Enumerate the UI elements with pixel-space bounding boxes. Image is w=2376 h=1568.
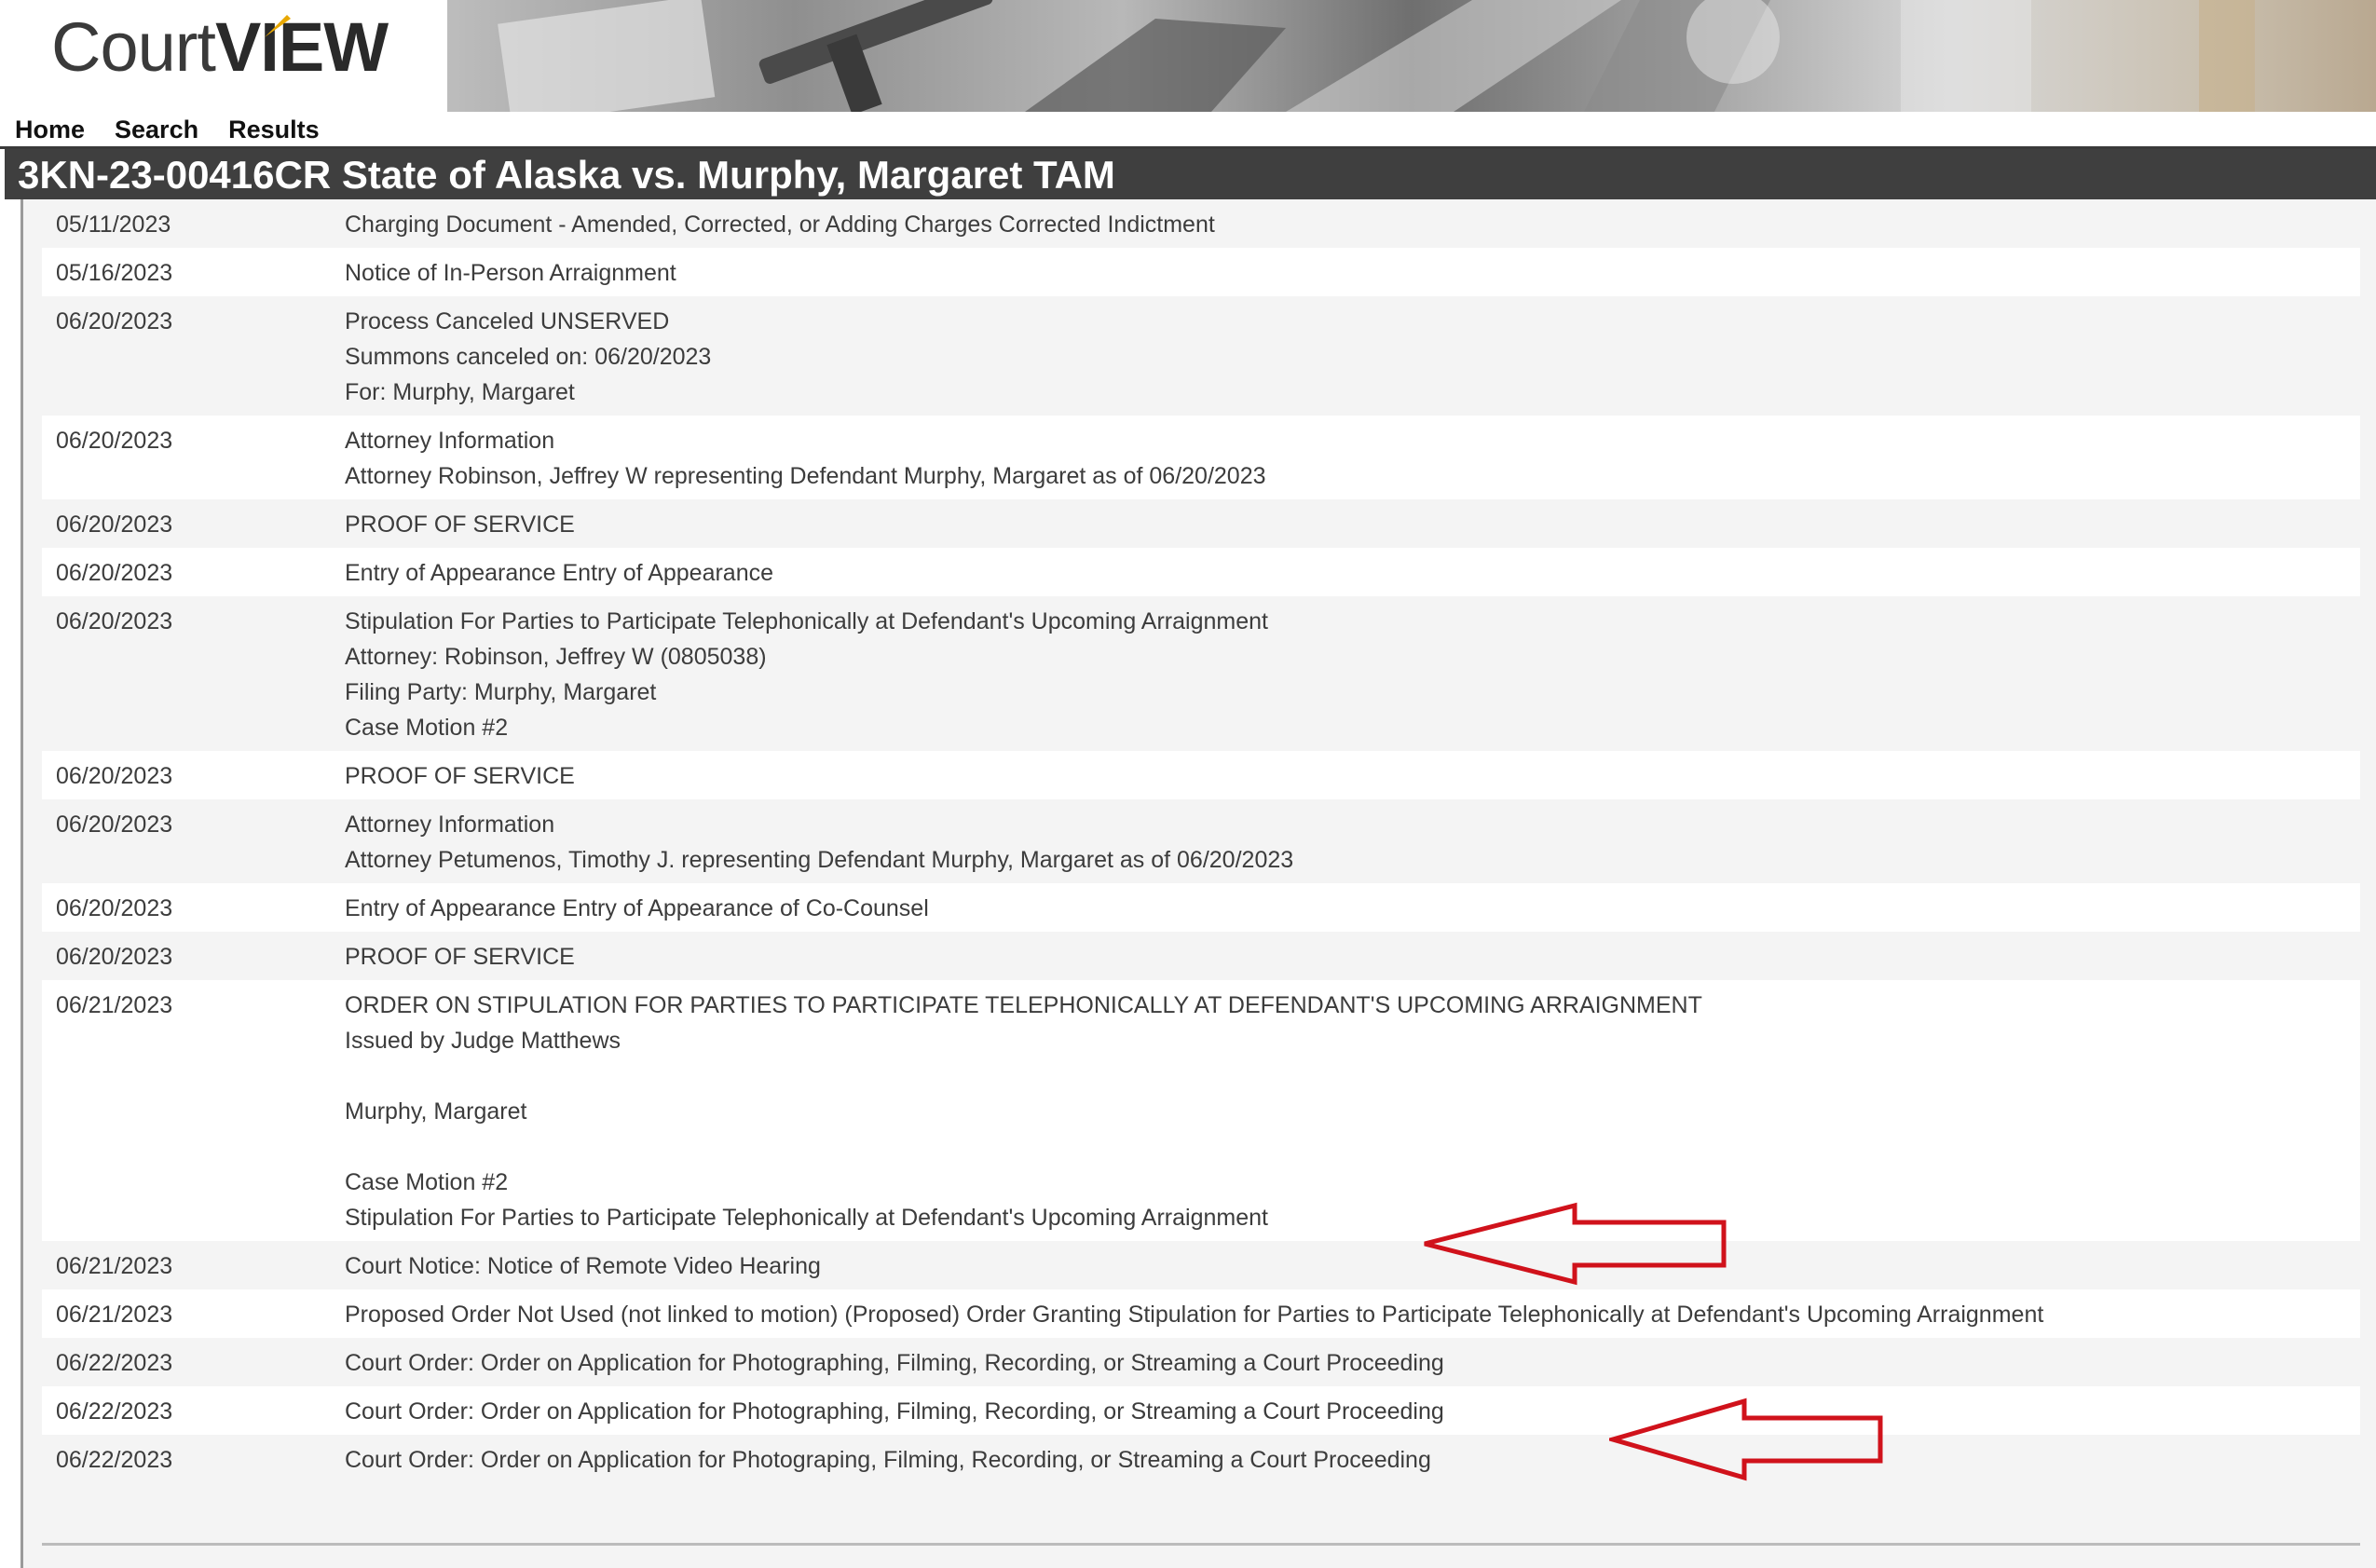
annotation-arrow-2 [1609, 1398, 1883, 1481]
docket-row[interactable]: 06/20/2023 Stipulation For Parties to Par… [42, 596, 2360, 751]
nav-results-link[interactable]: Results [228, 114, 320, 145]
logo-text-court: Court [51, 8, 216, 86]
docket-list: 05/11/2023 Charging Document - Amended, C… [42, 199, 2360, 1483]
docket-row[interactable]: 06/20/2023 PROOF OF SERVICE [42, 751, 2360, 799]
docket-date: 06/21/2023 [56, 1302, 173, 1328]
docket-row[interactable]: 06/20/2023 PROOF OF SERVICE [42, 499, 2360, 548]
header-banner-image [447, 0, 2376, 112]
docket-row[interactable]: 05/16/2023 Notice of In-Person Arraignmen… [42, 248, 2360, 296]
docket-description: Notice of In-Person Arraignment [345, 260, 676, 286]
docket-row[interactable]: 06/20/2023 Attorney Information Attorney … [42, 416, 2360, 499]
docket-description: ORDER ON STIPULATION FOR PARTIES TO PART… [345, 992, 1702, 1231]
docket-date: 06/20/2023 [56, 560, 173, 586]
case-title-bar: 3KN-23-00416CR State of Alaska vs. Murph… [5, 149, 2376, 199]
annotation-arrow-2-shape [1609, 1398, 1883, 1481]
docket-date: 05/11/2023 [56, 211, 171, 238]
docket-row[interactable]: 06/21/2023 ORDER ON STIPULATION FOR PARTI… [42, 980, 2360, 1241]
docket-description: PROOF OF SERVICE [345, 944, 575, 970]
docket-description: Court Notice: Notice of Remote Video Hea… [345, 1253, 821, 1279]
docket-date: 06/20/2023 [56, 511, 173, 538]
docket-date: 06/22/2023 [56, 1447, 173, 1473]
docket-row[interactable]: 06/20/2023 Entry of Appearance Entry of A… [42, 548, 2360, 596]
docket-footer-rule [42, 1522, 2360, 1546]
docket-description: Charging Document - Amended, Corrected, … [345, 211, 1215, 238]
docket-date: 06/20/2023 [56, 944, 173, 970]
docket-date: 06/20/2023 [56, 895, 173, 921]
docket-date: 06/21/2023 [56, 1253, 173, 1279]
docket-description: Court Order: Order on Application for Ph… [345, 1350, 1444, 1376]
docket-row[interactable]: 06/20/2023 PROOF OF SERVICE [42, 932, 2360, 980]
nav-search-link[interactable]: Search [115, 114, 198, 145]
docket-panel[interactable]: 05/11/2023 Charging Document - Amended, C… [20, 199, 2376, 1568]
docket-date: 06/22/2023 [56, 1398, 173, 1425]
docket-row[interactable]: 06/20/2023 Entry of Appearance Entry of A… [42, 883, 2360, 932]
nav-home-link[interactable]: Home [15, 114, 85, 145]
docket-description: Entry of Appearance Entry of Appearance [345, 560, 774, 586]
docket-date: 06/22/2023 [56, 1350, 173, 1376]
header: CourtVIEW [0, 0, 2376, 149]
docket-description: PROOF OF SERVICE [345, 763, 575, 789]
docket-date: 06/20/2023 [56, 763, 173, 789]
docket-row[interactable]: 06/22/2023 Court Order: Order on Applicat… [42, 1338, 2360, 1386]
top-nav: Home Search Results [15, 114, 320, 145]
courtview-logo[interactable]: CourtVIEW [51, 7, 389, 87]
case-title: 3KN-23-00416CR State of Alaska vs. Murph… [18, 153, 1115, 197]
annotation-arrow-1 [1424, 1202, 1727, 1286]
docket-date: 05/16/2023 [56, 260, 173, 286]
docket-description: Attorney Information Attorney Robinson, … [345, 428, 1266, 489]
docket-row[interactable]: 06/21/2023 Court Notice: Notice of Remote… [42, 1241, 2360, 1289]
docket-description: Court Order: Order on Application for Ph… [345, 1447, 1431, 1473]
docket-description: Entry of Appearance Entry of Appearance … [345, 895, 929, 921]
annotation-arrow-1-shape [1424, 1202, 1727, 1286]
docket-row[interactable]: 06/22/2023 Court Order: Order on Applicat… [42, 1435, 2360, 1483]
docket-description: PROOF OF SERVICE [345, 511, 575, 538]
docket-row[interactable]: 06/20/2023 Process Canceled UNSERVED Summ… [42, 296, 2360, 416]
docket-description: Court Order: Order on Application for Ph… [345, 1398, 1444, 1425]
docket-description: Stipulation For Parties to Participate T… [345, 608, 1268, 741]
docket-date: 06/20/2023 [56, 811, 173, 838]
docket-row[interactable]: 06/21/2023 Proposed Order Not Used (not l… [42, 1289, 2360, 1338]
logo-swoosh-icon [265, 15, 291, 37]
docket-row[interactable]: 06/20/2023 Attorney Information Attorney … [42, 799, 2360, 883]
docket-row[interactable]: 05/11/2023 Charging Document - Amended, C… [42, 199, 2360, 248]
docket-description: Attorney Information Attorney Petumenos,… [345, 811, 1294, 873]
docket-description: Proposed Order Not Used (not linked to m… [345, 1302, 2044, 1328]
docket-date: 06/20/2023 [56, 608, 173, 634]
docket-date: 06/21/2023 [56, 992, 173, 1018]
docket-row[interactable]: 06/22/2023 Court Order: Order on Applicat… [42, 1386, 2360, 1435]
docket-description: Process Canceled UNSERVED Summons cancel… [345, 308, 712, 405]
docket-date: 06/20/2023 [56, 308, 173, 334]
docket-date: 06/20/2023 [56, 428, 173, 454]
